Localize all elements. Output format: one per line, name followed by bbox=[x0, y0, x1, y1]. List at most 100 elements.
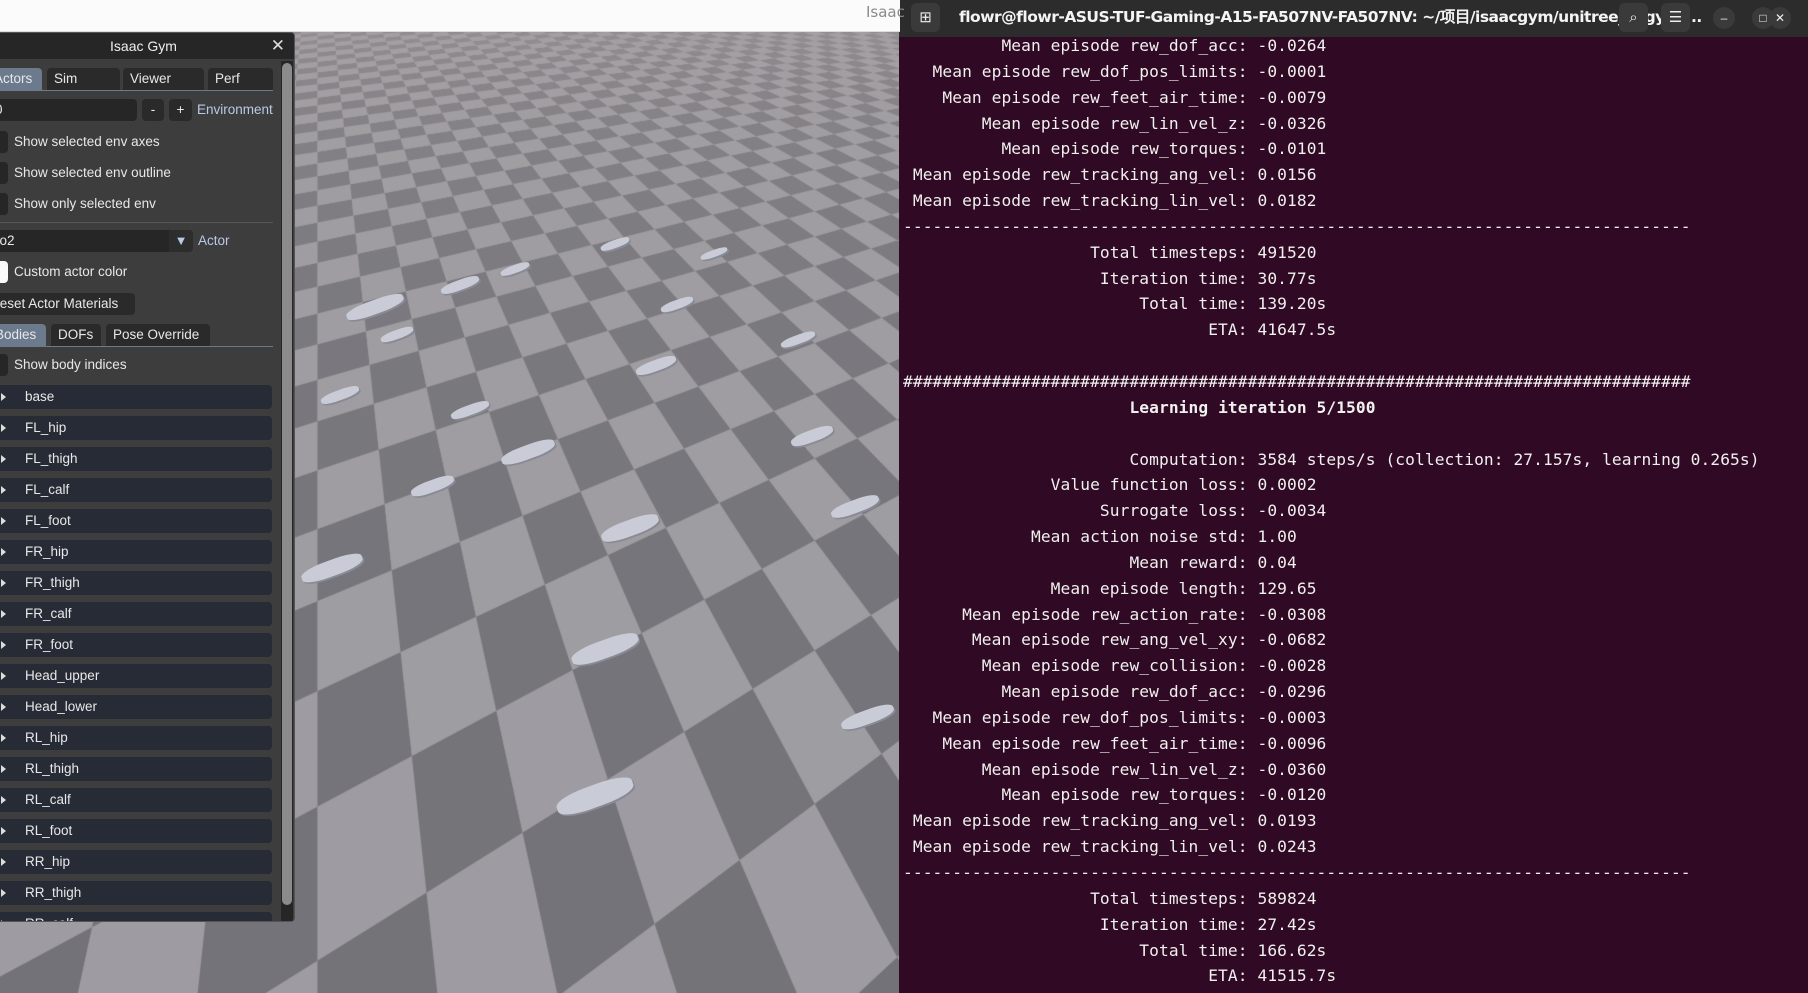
panel-scrollbar[interactable] bbox=[281, 61, 293, 921]
checkbox-show-only-selected-env[interactable] bbox=[0, 193, 8, 215]
body-list-item[interactable]: RR_thigh bbox=[0, 881, 272, 905]
search-icon[interactable]: ⌕ bbox=[1619, 3, 1648, 32]
log-value: 1.00 bbox=[1257, 527, 1297, 547]
log-line: Mean episode rew_torques: -0.0120 bbox=[903, 782, 1760, 808]
log-line: Mean episode rew_dof_acc: -0.0296 bbox=[903, 679, 1760, 705]
log-value: -0.0326 bbox=[1257, 113, 1327, 133]
separator-line: ----------------------------------------… bbox=[903, 863, 1691, 882]
body-list-item[interactable]: Head_lower bbox=[0, 695, 272, 719]
body-list-item[interactable]: RL_thigh bbox=[0, 757, 272, 781]
log-label: Mean episode rew_torques: bbox=[903, 785, 1248, 805]
body-name: Head_lower bbox=[25, 699, 98, 714]
env-increment-button[interactable]: + bbox=[169, 99, 192, 121]
checkbox-show-env-axes[interactable] bbox=[0, 131, 8, 153]
expand-arrow-icon[interactable] bbox=[1, 393, 6, 401]
close-icon[interactable]: ✕ bbox=[1769, 7, 1791, 29]
body-list-item[interactable]: RR_hip bbox=[0, 850, 272, 874]
terminal-title: flowr@flowr-ASUS-TUF-Gaming-A15-FA507NV-… bbox=[959, 8, 1702, 26]
expand-arrow-icon[interactable] bbox=[1, 765, 6, 773]
expand-arrow-icon[interactable] bbox=[1, 424, 6, 432]
menu-icon[interactable]: ☰ bbox=[1661, 3, 1690, 32]
expand-arrow-icon[interactable] bbox=[1, 455, 6, 463]
body-list-item[interactable]: base bbox=[0, 385, 272, 409]
body-list-item[interactable]: FL_calf bbox=[0, 478, 272, 502]
body-list-item[interactable]: FL_foot bbox=[0, 509, 272, 533]
body-list-item[interactable]: FL_thigh bbox=[0, 447, 272, 471]
log-line: Mean episode rew_torques: -0.0101 bbox=[903, 136, 1760, 162]
scrollbar-thumb[interactable] bbox=[282, 63, 292, 905]
body-list-item[interactable]: FR_thigh bbox=[0, 571, 272, 595]
close-icon[interactable]: ✕ bbox=[271, 33, 285, 59]
log-label: Mean episode rew_collision: bbox=[903, 656, 1248, 676]
environment-input[interactable]: 0 bbox=[0, 99, 137, 121]
expand-arrow-icon[interactable] bbox=[1, 827, 6, 835]
subtab-pose-override[interactable]: Pose Override bbox=[106, 324, 210, 346]
body-list-item[interactable]: FR_foot bbox=[0, 633, 272, 657]
log-label: Mean action noise std: bbox=[903, 527, 1248, 547]
body-list-item[interactable]: RL_calf bbox=[0, 788, 272, 812]
body-list-item[interactable]: FR_calf bbox=[0, 602, 272, 626]
body-list-item[interactable]: FR_hip bbox=[0, 540, 272, 564]
checkbox-custom-actor-color[interactable] bbox=[0, 261, 8, 283]
tab-sim[interactable]: Sim bbox=[47, 68, 120, 90]
expand-arrow-icon[interactable] bbox=[1, 517, 6, 525]
checkbox-show-body-indices[interactable] bbox=[0, 354, 8, 376]
expand-arrow-icon[interactable] bbox=[1, 858, 6, 866]
actor-dropdown[interactable]: go2 ▼ bbox=[0, 230, 193, 252]
expand-arrow-icon[interactable] bbox=[1, 734, 6, 742]
terminal-output[interactable]: Mean episode rew_dof_acc: -0.0264 Mean e… bbox=[903, 33, 1760, 989]
expand-arrow-icon[interactable] bbox=[1, 548, 6, 556]
tab-actors[interactable]: Actors bbox=[0, 68, 42, 90]
log-label: Mean episode rew_feet_air_time: bbox=[903, 733, 1248, 753]
expand-arrow-icon[interactable] bbox=[1, 672, 6, 680]
checkbox-show-env-outline[interactable] bbox=[0, 162, 8, 184]
log-value: 3584 steps/s (collection: 27.157s, learn… bbox=[1257, 449, 1760, 469]
body-list-item[interactable]: Head_upper bbox=[0, 664, 272, 688]
log-value: 30.77s bbox=[1257, 268, 1317, 288]
log-value: 0.04 bbox=[1257, 552, 1297, 572]
subtab-dofs[interactable]: DOFs bbox=[51, 324, 101, 346]
body-name: FR_hip bbox=[25, 544, 69, 559]
show-env-axes-label: Show selected env axes bbox=[14, 134, 160, 149]
log-line: Iteration time: 30.77s bbox=[903, 266, 1760, 292]
expand-arrow-icon[interactable] bbox=[1, 486, 6, 494]
log-value: -0.0003 bbox=[1257, 707, 1327, 727]
env-decrement-button[interactable]: - bbox=[142, 99, 164, 121]
log-line: Mean reward: 0.04 bbox=[903, 550, 1760, 576]
expand-arrow-icon[interactable] bbox=[1, 703, 6, 711]
body-name: RR_thigh bbox=[25, 885, 82, 900]
separator-line: ########################################… bbox=[903, 371, 1691, 391]
log-value: -0.0296 bbox=[1257, 682, 1327, 702]
subtab-bodies[interactable]: Bodies bbox=[0, 324, 46, 346]
expand-arrow-icon[interactable] bbox=[1, 920, 6, 921]
log-label: Mean episode rew_dof_pos_limits: bbox=[903, 707, 1248, 727]
log-line: Mean episode rew_collision: -0.0028 bbox=[903, 653, 1760, 679]
log-line: Total timesteps: 491520 bbox=[903, 240, 1760, 266]
body-name: FR_calf bbox=[25, 606, 72, 621]
chevron-down-icon[interactable]: ▼ bbox=[169, 230, 193, 252]
body-name: FR_thigh bbox=[25, 575, 80, 590]
tab-viewer[interactable]: Viewer bbox=[123, 68, 204, 90]
body-list-item[interactable]: RL_hip bbox=[0, 726, 272, 750]
expand-arrow-icon[interactable] bbox=[1, 889, 6, 897]
log-line: Mean action noise std: 1.00 bbox=[903, 524, 1760, 550]
expand-arrow-icon[interactable] bbox=[1, 579, 6, 587]
body-list-item[interactable]: FL_hip bbox=[0, 416, 272, 440]
log-value: 0.0156 bbox=[1257, 165, 1317, 185]
body-list-item[interactable]: RL_foot bbox=[0, 819, 272, 843]
body-list-item[interactable]: RR_calf bbox=[0, 912, 272, 921]
minimize-icon[interactable]: – bbox=[1713, 7, 1735, 29]
expand-arrow-icon[interactable] bbox=[1, 610, 6, 618]
tab-perf[interactable]: Perf bbox=[208, 68, 273, 90]
new-tab-icon[interactable]: ⊞ bbox=[911, 3, 940, 32]
log-label: Mean episode length: bbox=[903, 578, 1248, 598]
iteration-heading-text: Learning iteration 5/1500 bbox=[1129, 397, 1376, 417]
reset-actor-materials-button[interactable]: Reset Actor Materials bbox=[0, 293, 135, 315]
log-label: Mean episode rew_torques: bbox=[903, 139, 1248, 159]
log-label: Total time: bbox=[903, 940, 1248, 960]
log-value: 0.0193 bbox=[1257, 811, 1317, 831]
log-line: Surrogate loss: -0.0034 bbox=[903, 498, 1760, 524]
expand-arrow-icon[interactable] bbox=[1, 641, 6, 649]
expand-arrow-icon[interactable] bbox=[1, 796, 6, 804]
